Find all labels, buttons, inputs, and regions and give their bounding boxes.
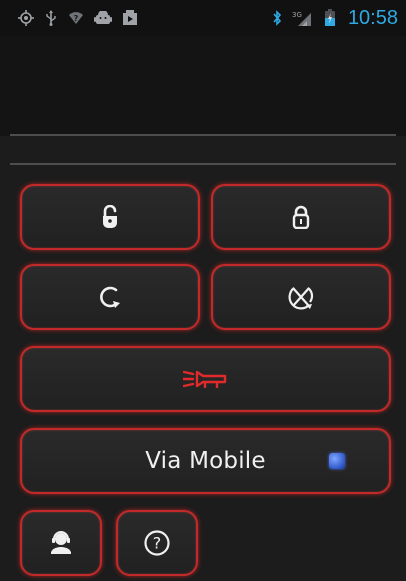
signal-3g-icon: 3G [292, 10, 312, 26]
horn-icon [182, 366, 229, 392]
svg-text:?: ? [153, 534, 162, 553]
status-clock: 10:58 [347, 6, 398, 29]
status-bar: ? 3G 10:58 [0, 0, 406, 36]
divider-top [10, 134, 396, 136]
unlock-icon [100, 205, 120, 229]
divider-bottom [10, 163, 396, 165]
gps-icon [18, 10, 34, 26]
remote-start-icon [97, 284, 123, 310]
engine-stop-button[interactable] [211, 264, 391, 330]
via-mobile-toggle[interactable]: Via Mobile [20, 428, 391, 494]
media-play-icon [122, 10, 138, 26]
svg-text:?: ? [74, 14, 79, 23]
help-button[interactable]: ? [116, 510, 198, 576]
android-debug-icon [94, 11, 112, 25]
battery-icon [322, 9, 338, 27]
status-left-icons: ? [18, 10, 138, 26]
horn-button[interactable] [20, 346, 391, 412]
status-right-icons: 3G 10:58 [272, 7, 398, 30]
via-mobile-checkbox[interactable] [329, 453, 345, 469]
remote-start-button[interactable] [20, 264, 200, 330]
contact-support-button[interactable] [20, 510, 102, 576]
help-icon: ? [143, 529, 171, 557]
usb-icon [44, 10, 58, 26]
svg-text:3G: 3G [292, 11, 302, 19]
engine-stop-icon [286, 284, 316, 310]
unlock-button[interactable] [20, 184, 200, 250]
lock-icon [291, 205, 311, 229]
wifi-question-icon: ? [68, 10, 84, 26]
bluetooth-icon [272, 10, 282, 26]
lock-button[interactable] [211, 184, 391, 250]
via-mobile-label: Via Mobile [145, 448, 266, 474]
header-area [0, 36, 406, 136]
support-agent-icon [50, 531, 72, 555]
